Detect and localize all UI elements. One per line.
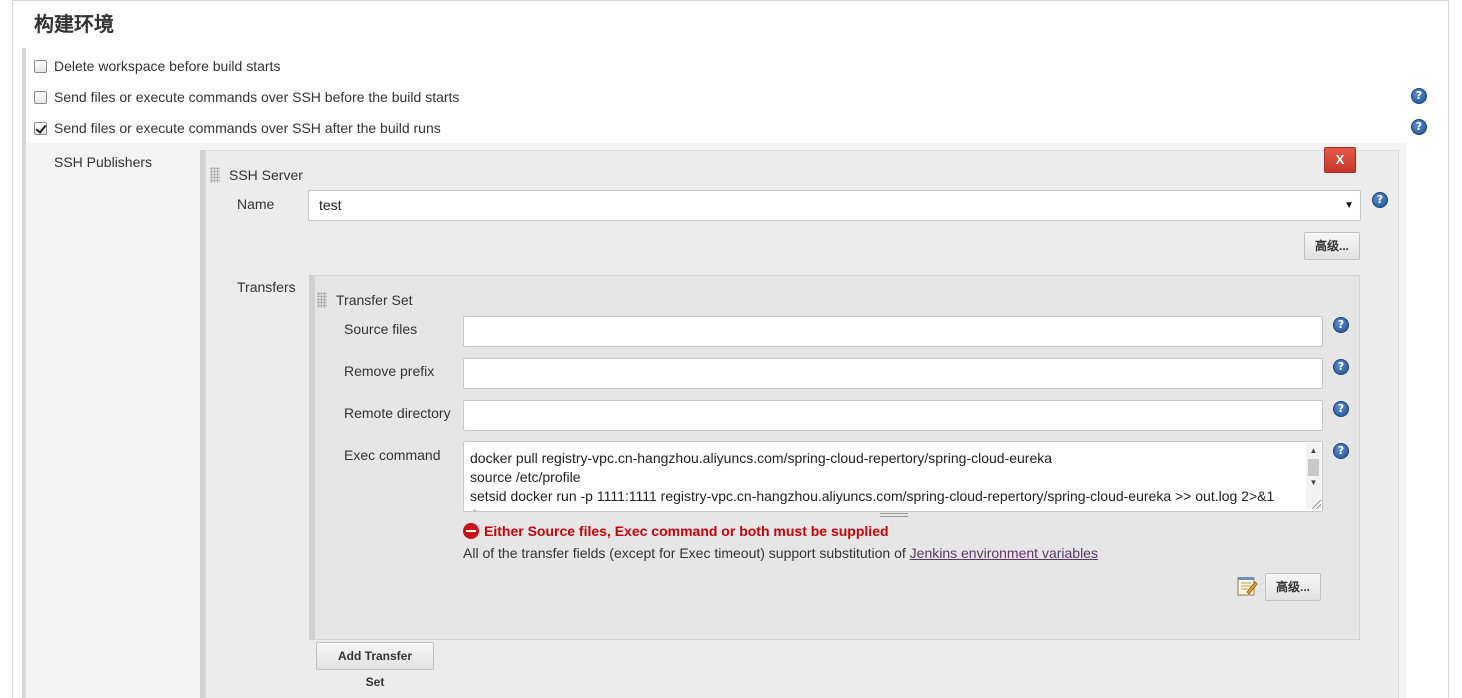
help-question-icon[interactable]: ? [1333,317,1349,333]
resize-grip-icon[interactable] [1312,500,1321,509]
delete-workspace-checkbox[interactable] [34,59,47,73]
scroll-up-arrow-icon[interactable]: ▲ [1306,445,1321,457]
remote-directory-label: Remote directory [344,405,451,421]
transfer-set-title: Transfer Set [336,292,413,308]
ssh-after-build-checkbox[interactable] [34,121,47,135]
transfer-advanced-button[interactable]: 高级... [1265,573,1321,601]
ssh-before-build-checkbox[interactable] [34,90,47,104]
remove-prefix-label: Remove prefix [344,363,435,379]
exec-command-textarea[interactable]: docker pull registry-vpc.cn-hangzhou.ali… [463,441,1323,512]
ssh-before-build-label: Send files or execute commands over SSH … [54,89,460,105]
help-question-icon[interactable]: ? [1333,401,1349,417]
server-name-value: test [319,197,342,213]
exec-command-label: Exec command [344,447,441,463]
chevron-down-icon: ▼ [1344,200,1354,211]
substitution-info: All of the transfer fields (except for E… [463,545,1098,561]
checkbox-row-ssh-before[interactable]: Send files or execute commands over SSH … [34,87,459,107]
remove-prefix-input[interactable] [463,358,1323,389]
server-name-label: Name [237,196,275,212]
ssh-server-title: SSH Server [229,167,303,183]
help-question-icon[interactable]: ? [1333,443,1349,459]
scroll-thumb[interactable] [1308,459,1319,476]
checkbox-row-ssh-after[interactable]: Send files or execute commands over SSH … [34,118,441,138]
scroll-down-arrow-icon[interactable]: ▼ [1306,477,1321,489]
transfers-label: Transfers [237,279,296,295]
drag-handle-icon[interactable] [210,167,220,183]
help-question-icon[interactable]: ? [1411,119,1427,135]
error-message: Either Source files, Exec command or bot… [484,523,889,539]
add-transfer-set-button[interactable]: Add Transfer Set [316,642,434,689]
textarea-expand-grip[interactable] [880,513,908,517]
validation-error: Either Source files, Exec command or bot… [463,522,889,540]
delete-workspace-label: Delete workspace before build starts [54,58,281,74]
delete-ssh-server-button[interactable]: X [1324,147,1356,173]
error-icon [463,523,479,539]
remote-directory-input[interactable] [463,400,1323,431]
server-advanced-button[interactable]: 高级... [1304,232,1360,260]
help-question-icon[interactable]: ? [1333,359,1349,375]
ssh-after-build-label: Send files or execute commands over SSH … [54,120,441,136]
server-name-select[interactable]: test ▼ [308,190,1361,221]
jenkins-env-vars-link[interactable]: Jenkins environment variables [910,545,1098,561]
checkbox-row-delete-workspace[interactable]: Delete workspace before build starts [34,56,280,76]
notepad-icon[interactable] [1236,575,1258,597]
drag-handle-icon[interactable] [317,292,327,308]
source-files-label: Source files [344,321,418,337]
help-question-icon[interactable]: ? [1372,192,1388,208]
section-title: 构建环境 [34,12,114,36]
help-question-icon[interactable]: ? [1411,88,1427,104]
source-files-input[interactable] [463,316,1323,347]
info-text: All of the transfer fields (except for E… [463,545,910,561]
ssh-publishers-label: SSH Publishers [54,154,153,170]
